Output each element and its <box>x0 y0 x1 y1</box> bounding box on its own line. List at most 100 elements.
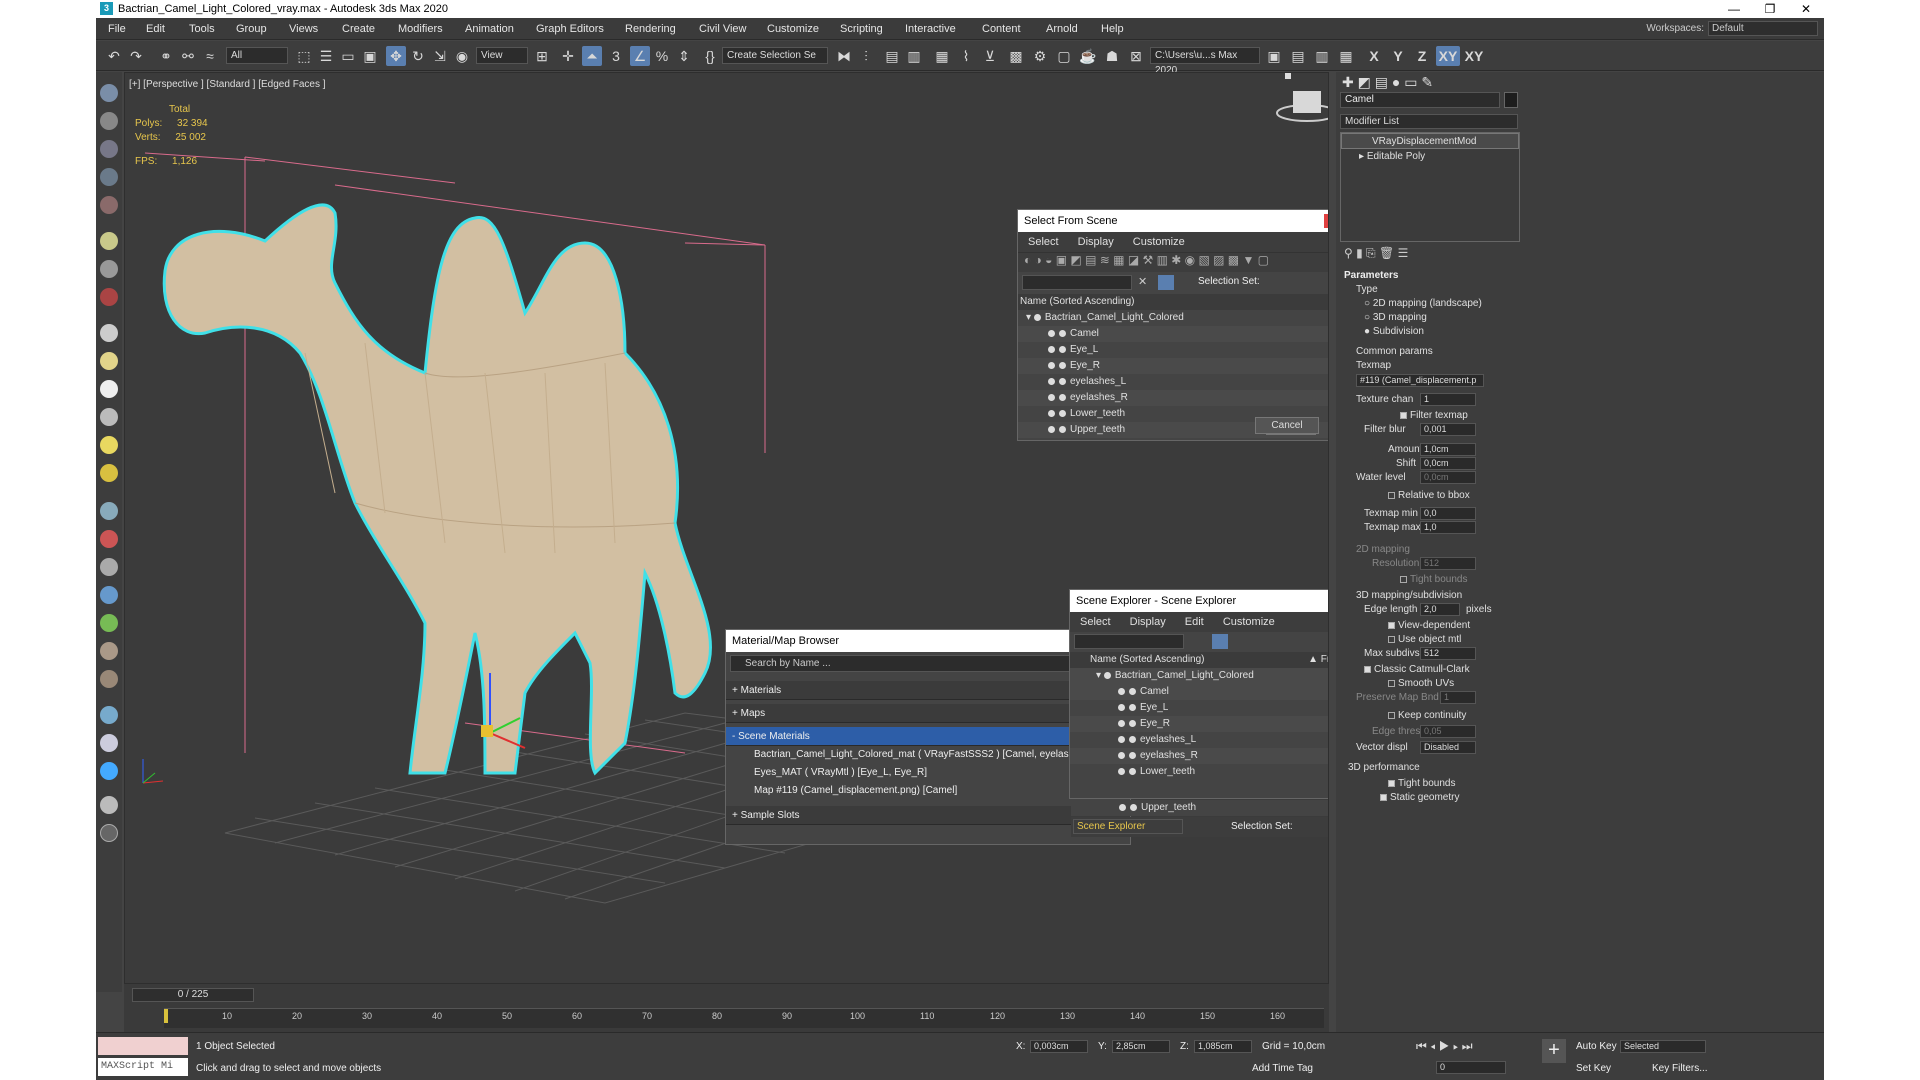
select-dialog-menu-select[interactable]: Select <box>1028 236 1059 248</box>
select-move-icon[interactable]: ✥ <box>386 46 406 66</box>
systems-icon[interactable] <box>100 196 118 214</box>
list-item[interactable]: eyelashes_R <box>1018 390 1328 406</box>
key-mode-dropdown[interactable]: Selected <box>1620 1040 1706 1053</box>
select-rotate-icon[interactable]: ↻ <box>408 46 428 66</box>
edge-thresh-spinner[interactable]: 0,05 <box>1420 725 1476 738</box>
cameras-icon[interactable] <box>100 140 118 158</box>
helpers-icon[interactable] <box>100 168 118 186</box>
spinner-snap-icon[interactable]: ⇕ <box>674 46 694 66</box>
z-coord-field[interactable]: 1,085cm <box>1194 1040 1252 1053</box>
resolution-spinner[interactable]: 512 <box>1420 557 1476 570</box>
maxscript-mini-input[interactable]: MAXScript Mi <box>98 1058 188 1076</box>
add-time-tag[interactable]: Add Time Tag <box>1252 1063 1313 1074</box>
key-filters-button[interactable]: Key Filters... <box>1652 1063 1708 1074</box>
scene-explorer-root[interactable]: ▾ Bactrian_Camel_Light_Colored <box>1070 668 1328 684</box>
info-icon[interactable] <box>100 762 118 780</box>
filter-blur-spinner[interactable]: 0,001 <box>1420 423 1476 436</box>
cancel-button[interactable]: Cancel <box>1255 417 1319 434</box>
camel-model[interactable] <box>162 203 712 776</box>
radio-3d-mapping[interactable]: ○ 3D mapping <box>1364 312 1427 323</box>
scene-explorer-menu-customize[interactable]: Customize <box>1223 616 1275 628</box>
edit-named-sel-icon[interactable]: {} <box>700 46 720 66</box>
list-item[interactable]: eyelashes_L <box>1018 374 1328 390</box>
schematic-view-icon[interactable]: ⊻ <box>980 46 1000 66</box>
reference-coord-dropdown[interactable]: View <box>476 47 528 64</box>
hair-icon[interactable] <box>100 642 118 660</box>
section-sample-slots[interactable]: + Sample Slots <box>726 806 1130 825</box>
list-item[interactable]: Eye_R <box>1018 358 1328 374</box>
workspace-selector[interactable]: Workspaces: Default <box>1646 21 1818 36</box>
manipulate-icon[interactable]: ✛ <box>558 46 578 66</box>
list-item[interactable]: Eye_L <box>1018 342 1328 358</box>
list-item[interactable]: eyelashes_R <box>1070 748 1328 764</box>
window-crossing-icon[interactable]: ▣ <box>360 46 380 66</box>
clear-search-icon[interactable]: ✕ <box>1138 275 1147 288</box>
selection-filter-dropdown[interactable]: All <box>226 47 288 64</box>
set-key-button[interactable]: Set Key <box>1576 1063 1611 1074</box>
select-dialog-search-input[interactable] <box>1022 275 1132 290</box>
view-dependent-checkbox[interactable]: View-dependent <box>1388 620 1470 631</box>
workspace-value[interactable]: Default <box>1708 21 1818 36</box>
max-subdivs-spinner[interactable]: 512 <box>1420 647 1476 660</box>
mesh-icon[interactable] <box>100 558 118 576</box>
texture-channel-spinner[interactable]: 1 <box>1420 393 1476 406</box>
maximize-icon[interactable]: ❐ <box>1752 0 1788 18</box>
scene-explorer-menu-select[interactable]: Select <box>1080 616 1111 628</box>
project-folder-dropdown[interactable]: C:\Users\u...s Max 2020 <box>1150 47 1260 76</box>
menu-group[interactable]: Group <box>236 23 267 35</box>
select-object-icon[interactable]: ⬚ <box>294 46 314 66</box>
export-icon[interactable]: ▦ <box>1336 46 1356 66</box>
relative-bbox-checkbox[interactable]: Relative to bbox <box>1388 490 1470 501</box>
list-item[interactable]: Eye_R <box>1070 716 1328 732</box>
tight-bounds-2d-checkbox[interactable]: Tight bounds <box>1400 574 1467 585</box>
filter-funnel-icon[interactable] <box>1158 275 1174 290</box>
radio-subdivision[interactable]: ● Subdivision <box>1364 326 1424 337</box>
menu-customize[interactable]: Customize <box>767 23 819 35</box>
menu-create[interactable]: Create <box>342 23 375 35</box>
select-dialog-menu-customize[interactable]: Customize <box>1133 236 1185 248</box>
material-editor-icon[interactable]: ▩ <box>1006 46 1026 66</box>
link-icon[interactable]: ⚭ <box>156 46 176 66</box>
unlink-icon[interactable]: ⚯ <box>178 46 198 66</box>
stack-tool-icons[interactable]: ⚲ ▮ ⎘ 🗑 ☰ <box>1344 246 1408 261</box>
sky-icon[interactable] <box>100 464 118 482</box>
modifier-stack-item[interactable]: ▸ Editable Poly <box>1341 149 1519 165</box>
edge-length-spinner[interactable]: 2,0 <box>1420 603 1460 616</box>
menu-help[interactable]: Help <box>1101 23 1124 35</box>
render-setup-icon[interactable]: ⚙ <box>1030 46 1050 66</box>
ribbon-icon[interactable]: ▦ <box>932 46 952 66</box>
scatter-icon[interactable] <box>100 670 118 688</box>
viewcube-icon[interactable] <box>1276 73 1329 122</box>
select-by-name-icon[interactable]: ☰ <box>316 46 336 66</box>
axis-xy-button[interactable]: XY <box>1436 46 1460 66</box>
scene-explorer-column-header[interactable]: Name (Sorted Ascending) ▲ Fr... <box>1070 652 1328 668</box>
catmull-clark-checkbox[interactable]: Classic Catmull-Clark <box>1364 664 1470 675</box>
select-dialog-column-header[interactable]: Name (Sorted Ascending) <box>1018 294 1328 310</box>
list-item[interactable]: Lower_teeth <box>1070 764 1328 780</box>
current-frame-field[interactable]: 0 <box>1436 1061 1506 1074</box>
smooth-uvs-checkbox[interactable]: Smooth UVs <box>1388 678 1454 689</box>
lights-icon[interactable] <box>100 112 118 130</box>
material-search-input[interactable]: Search by Name ... <box>730 655 1126 672</box>
omni-icon[interactable] <box>100 380 118 398</box>
menu-graph-editors[interactable]: Graph Editors <box>536 23 604 35</box>
menu-modifiers[interactable]: Modifiers <box>398 23 443 35</box>
shift-spinner[interactable]: 0,0cm <box>1420 457 1476 470</box>
menu-edit[interactable]: Edit <box>146 23 165 35</box>
list-item[interactable]: eyelashes_L <box>1070 732 1328 748</box>
minimize-icon[interactable]: — <box>1716 0 1752 18</box>
keyboard-shortcut-override-icon[interactable]: ⏶ <box>582 46 602 66</box>
snaps-toggle-icon[interactable]: 3 <box>606 46 626 66</box>
select-dialog-root[interactable]: ▾ Bactrian_Camel_Light_Colored <box>1018 310 1328 326</box>
menu-views[interactable]: Views <box>289 23 318 35</box>
list-item[interactable]: Eye_L <box>1070 700 1328 716</box>
curve-editor-icon[interactable]: ⌇ <box>956 46 976 66</box>
scene-explorer-icon[interactable]: ▤ <box>882 46 902 66</box>
menu-file[interactable]: File <box>108 23 126 35</box>
axis-xy-cycle-button[interactable]: XY <box>1462 46 1486 66</box>
list-item[interactable]: Upper_teeth <box>1071 800 1328 816</box>
select-dialog-menu-display[interactable]: Display <box>1078 236 1114 248</box>
helper-box-icon[interactable] <box>100 796 118 814</box>
scene-explorer-menu-edit[interactable]: Edit <box>1185 616 1204 628</box>
scene-explorer-search-input[interactable] <box>1074 634 1184 649</box>
